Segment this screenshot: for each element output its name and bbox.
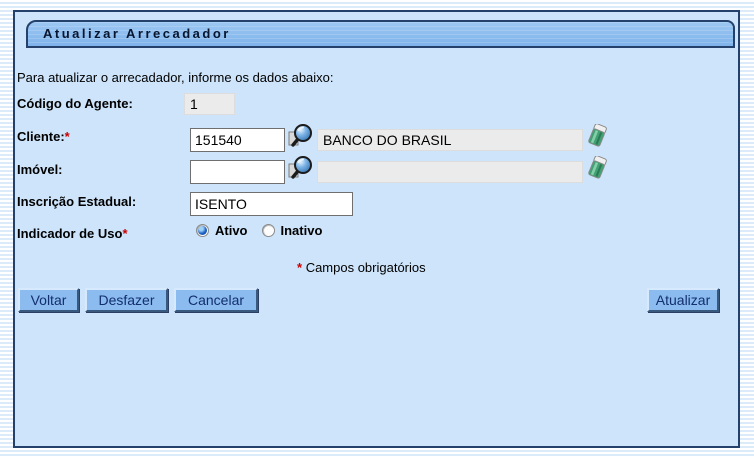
required-fields-note: * Campos obrigatórios bbox=[297, 260, 426, 275]
imovel-name-field bbox=[317, 161, 583, 183]
atualizar-button[interactable]: Atualizar bbox=[647, 288, 719, 312]
cliente-code-input[interactable] bbox=[190, 128, 285, 152]
inscricao-estadual-input[interactable] bbox=[190, 192, 353, 216]
cliente-search-icon[interactable] bbox=[287, 123, 313, 155]
page: Atualizar Arrecadador Para atualizar o a… bbox=[0, 0, 754, 458]
radio-inativo-label[interactable]: Inativo bbox=[281, 223, 323, 238]
cliente-label: Cliente:* bbox=[17, 129, 70, 144]
required-note-marker: * bbox=[297, 260, 303, 275]
imovel-code-input[interactable] bbox=[190, 160, 285, 184]
codigo-agente-value: 1 bbox=[184, 93, 235, 115]
voltar-button[interactable]: Voltar bbox=[18, 288, 79, 312]
codigo-agente-label: Código do Agente: bbox=[17, 96, 133, 111]
radio-ativo[interactable] bbox=[196, 224, 209, 237]
imovel-search-icon[interactable] bbox=[287, 155, 313, 187]
desfazer-button[interactable]: Desfazer bbox=[85, 288, 168, 312]
cliente-name-field: BANCO DO BRASIL bbox=[317, 129, 583, 151]
indicador-uso-radiogroup: Ativo Inativo bbox=[196, 223, 336, 238]
inscricao-estadual-label: Inscrição Estadual: bbox=[17, 194, 137, 209]
form-instruction: Para atualizar o arrecadador, informe os… bbox=[17, 70, 334, 85]
cliente-required-marker: * bbox=[64, 129, 70, 144]
imovel-eraser-icon[interactable] bbox=[586, 155, 609, 184]
page-title: Atualizar Arrecadador bbox=[26, 20, 735, 48]
radio-ativo-label[interactable]: Ativo bbox=[215, 223, 248, 238]
imovel-label: Imóvel: bbox=[17, 162, 63, 177]
indicador-uso-required-marker: * bbox=[122, 226, 128, 241]
radio-inativo[interactable] bbox=[261, 224, 275, 237]
cliente-eraser-icon[interactable] bbox=[586, 123, 609, 152]
cancelar-button[interactable]: Cancelar bbox=[174, 288, 258, 312]
indicador-uso-label: Indicador de Uso* bbox=[17, 226, 128, 241]
